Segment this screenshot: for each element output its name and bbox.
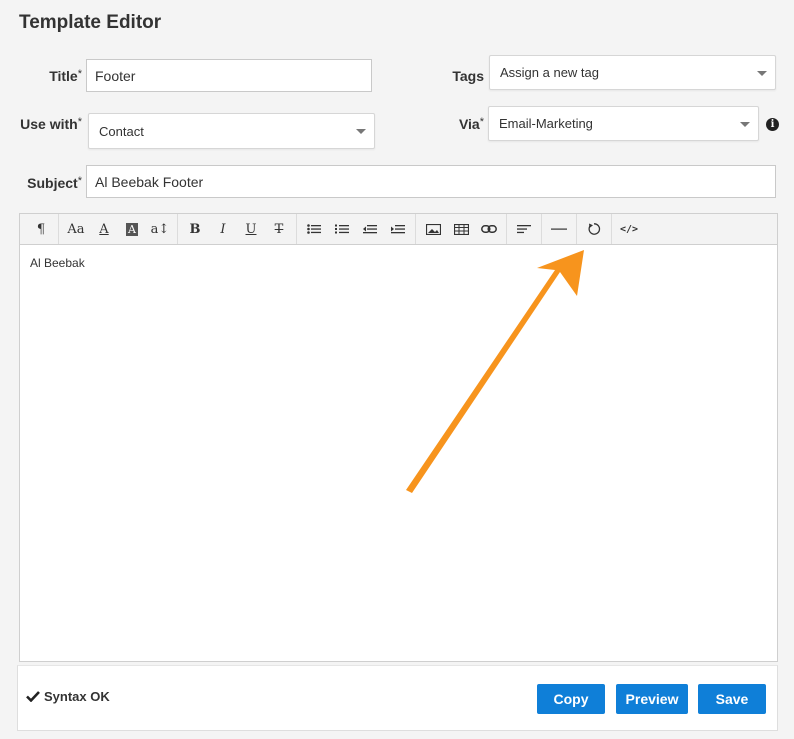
- copy-button[interactable]: Copy: [537, 684, 605, 714]
- italic-button[interactable]: I: [209, 217, 237, 241]
- syntax-status-label: Syntax OK: [44, 689, 110, 704]
- toolbar-group-format: B I U T: [178, 214, 297, 244]
- indent-icon: [391, 225, 405, 234]
- subject-label: Subject*: [27, 175, 82, 191]
- insert-table-button[interactable]: [447, 217, 475, 241]
- font-family-button[interactable]: Aa: [62, 217, 90, 241]
- editor-content[interactable]: Al Beebak: [20, 245, 777, 281]
- toolbar-group-lists: [297, 214, 416, 244]
- save-button[interactable]: Save: [698, 684, 766, 714]
- align-button[interactable]: [510, 217, 538, 241]
- page-title: Template Editor: [19, 12, 162, 33]
- link-icon: [481, 225, 497, 233]
- toolbar-group-font: Aa A A a↕: [59, 214, 178, 244]
- usewith-select-value: Contact: [99, 123, 144, 139]
- toolbar-group-undo: [577, 214, 612, 244]
- undo-icon: [588, 223, 601, 235]
- preview-button[interactable]: Preview: [616, 684, 688, 714]
- indent-button[interactable]: [384, 217, 412, 241]
- info-icon[interactable]: i: [766, 118, 779, 131]
- insert-image-button[interactable]: [419, 217, 447, 241]
- font-size-button[interactable]: a↕: [146, 217, 174, 241]
- editor-footer: Syntax OK Copy Preview Save: [17, 665, 778, 731]
- toolbar-group-insert: [416, 214, 507, 244]
- editor-toolbar: ¶ Aa A A a↕ B I U T </>: [20, 214, 777, 245]
- toolbar-group-align: [507, 214, 542, 244]
- chevron-down-icon: [740, 121, 750, 127]
- tags-label: Tags: [452, 68, 484, 84]
- outdent-button[interactable]: [356, 217, 384, 241]
- via-label: Via*: [458, 116, 484, 132]
- rich-text-editor: ¶ Aa A A a↕ B I U T </> Al Beebak: [19, 213, 778, 662]
- background-color-icon: A: [126, 222, 138, 236]
- toolbar-group-style: ¶: [24, 214, 59, 244]
- usewith-select[interactable]: Contact: [88, 113, 375, 149]
- ordered-list-button[interactable]: [328, 217, 356, 241]
- usewith-label: Use with*: [20, 116, 82, 132]
- horizontal-rule-button[interactable]: [545, 217, 573, 241]
- table-icon: [453, 223, 469, 235]
- undo-button[interactable]: [580, 217, 608, 241]
- syntax-status: Syntax OK: [26, 689, 110, 704]
- via-select[interactable]: Email-Marketing: [488, 106, 759, 141]
- image-icon: [425, 223, 441, 235]
- tags-select-value: Assign a new tag: [500, 65, 600, 80]
- outdent-icon: [363, 225, 377, 234]
- subject-input[interactable]: Al Beebak Footer: [86, 165, 776, 198]
- chevron-down-icon: [356, 129, 366, 134]
- align-left-icon: [517, 225, 531, 234]
- tags-select[interactable]: Assign a new tag: [489, 55, 776, 90]
- background-color-button[interactable]: A: [118, 217, 146, 241]
- code-view-button[interactable]: </>: [615, 217, 643, 241]
- toolbar-group-rule: [542, 214, 577, 244]
- paragraph-style-button[interactable]: ¶: [27, 217, 55, 241]
- unordered-list-button[interactable]: [300, 217, 328, 241]
- bullet-list-icon: [307, 224, 321, 234]
- chevron-down-icon: [757, 70, 767, 76]
- font-color-button[interactable]: A: [90, 217, 118, 241]
- title-label: Title*: [49, 68, 82, 84]
- checkmark-icon: [26, 691, 40, 702]
- insert-link-button[interactable]: [475, 217, 503, 241]
- via-select-value: Email-Marketing: [499, 116, 593, 131]
- strikethrough-button[interactable]: T: [265, 217, 293, 241]
- numbered-list-icon: [335, 224, 349, 234]
- bold-button[interactable]: B: [181, 217, 209, 241]
- horizontal-rule-icon: [551, 228, 567, 230]
- toolbar-group-code: </>: [612, 214, 646, 244]
- underline-button[interactable]: U: [237, 217, 265, 241]
- title-input[interactable]: Footer: [86, 59, 372, 92]
